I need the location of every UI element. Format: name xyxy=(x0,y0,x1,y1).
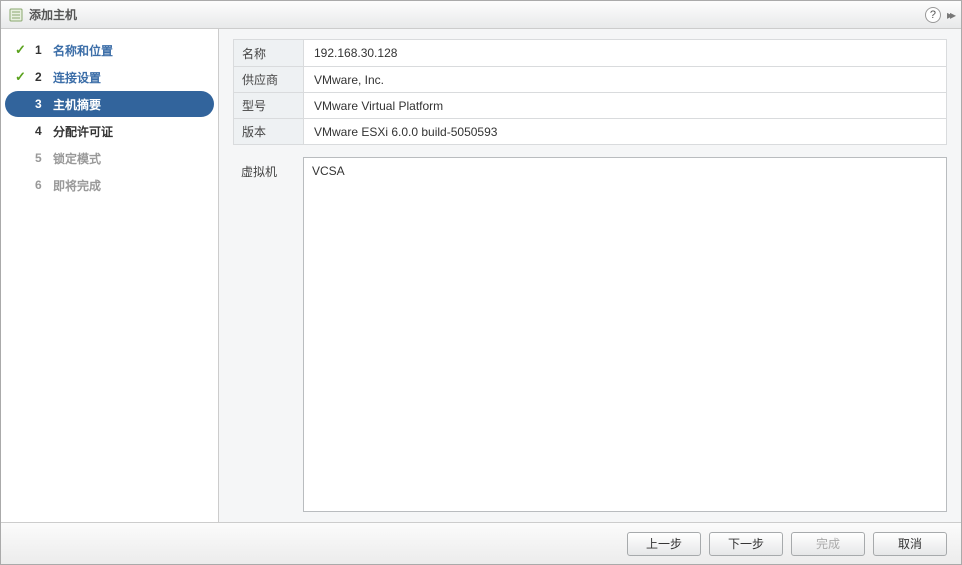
summary-label: 版本 xyxy=(234,119,304,144)
wizard-step-connection[interactable]: ✓ 2 连接设置 xyxy=(5,64,214,90)
cancel-button[interactable]: 取消 xyxy=(873,532,947,556)
step-label: 连接设置 xyxy=(53,69,101,86)
dialog-title: 添加主机 xyxy=(29,6,919,23)
dialog-body: ✓ 1 名称和位置 ✓ 2 连接设置 ✓ 3 主机摘要 ✓ 4 分配许可证 ✓ xyxy=(1,29,961,522)
step-number: 6 xyxy=(35,178,45,192)
next-button[interactable]: 下一步 xyxy=(709,532,783,556)
wizard-step-ready-to-complete: ✓ 6 即将完成 xyxy=(5,172,214,198)
summary-value: VMware ESXi 6.0.0 build-5050593 xyxy=(304,125,497,139)
step-number: 2 xyxy=(35,70,45,84)
summary-value: VMware, Inc. xyxy=(304,73,384,87)
vm-section: 虚拟机 VCSA xyxy=(233,157,947,512)
summary-label: 名称 xyxy=(234,40,304,66)
wizard-step-name-location[interactable]: ✓ 1 名称和位置 xyxy=(5,37,214,63)
finish-button: 完成 xyxy=(791,532,865,556)
step-label: 即将完成 xyxy=(53,177,101,194)
titlebar: 添加主机 ? ▸▸ xyxy=(1,1,961,29)
add-host-dialog: 添加主机 ? ▸▸ ✓ 1 名称和位置 ✓ 2 连接设置 ✓ 3 主机摘要 ✓ … xyxy=(0,0,962,565)
summary-row-version: 版本 VMware ESXi 6.0.0 build-5050593 xyxy=(234,118,946,144)
step-number: 4 xyxy=(35,124,45,138)
summary-row-model: 型号 VMware Virtual Platform xyxy=(234,92,946,118)
vm-list-box: VCSA xyxy=(303,157,947,512)
summary-row-name: 名称 192.168.30.128 xyxy=(234,40,946,66)
step-label: 分配许可证 xyxy=(53,123,113,140)
back-button[interactable]: 上一步 xyxy=(627,532,701,556)
step-label: 名称和位置 xyxy=(53,42,113,59)
check-icon: ✓ xyxy=(15,69,27,85)
summary-label: 供应商 xyxy=(234,67,304,92)
vm-label: 虚拟机 xyxy=(233,157,303,512)
wizard-step-lockdown-mode: ✓ 5 锁定模式 xyxy=(5,145,214,171)
summary-value: 192.168.30.128 xyxy=(304,46,397,60)
step-number: 1 xyxy=(35,43,45,57)
step-number: 3 xyxy=(35,97,45,111)
main-content: 名称 192.168.30.128 供应商 VMware, Inc. 型号 VM… xyxy=(219,29,961,522)
help-icon[interactable]: ? xyxy=(925,7,941,23)
check-icon: ✓ xyxy=(15,42,27,58)
summary-value: VMware Virtual Platform xyxy=(304,99,443,113)
wizard-step-assign-license: ✓ 4 分配许可证 xyxy=(5,118,214,144)
wizard-steps-sidebar: ✓ 1 名称和位置 ✓ 2 连接设置 ✓ 3 主机摘要 ✓ 4 分配许可证 ✓ xyxy=(1,29,219,522)
dialog-footer: 上一步 下一步 完成 取消 xyxy=(1,522,961,564)
step-label: 锁定模式 xyxy=(53,150,101,167)
wizard-step-host-summary: ✓ 3 主机摘要 xyxy=(5,91,214,117)
expand-icon[interactable]: ▸▸ xyxy=(947,8,953,22)
step-label: 主机摘要 xyxy=(53,96,101,113)
host-summary-table: 名称 192.168.30.128 供应商 VMware, Inc. 型号 VM… xyxy=(233,39,947,145)
summary-row-vendor: 供应商 VMware, Inc. xyxy=(234,66,946,92)
vm-list-item: VCSA xyxy=(312,164,938,178)
summary-label: 型号 xyxy=(234,93,304,118)
host-icon xyxy=(9,8,23,22)
step-number: 5 xyxy=(35,151,45,165)
